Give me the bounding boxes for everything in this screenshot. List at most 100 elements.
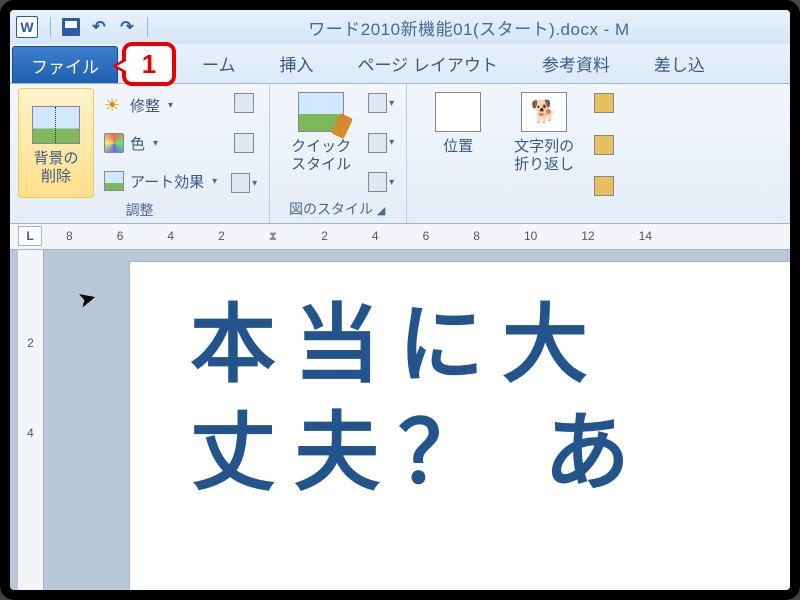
styles-column: ▾ ▾ ▾	[364, 88, 398, 197]
ruler-marker-icon[interactable]: ⧗	[269, 229, 277, 244]
reset-picture-icon	[231, 173, 250, 193]
position-label: 位置	[443, 138, 473, 156]
qat-separator	[50, 17, 51, 37]
tab-selector[interactable]: L	[18, 226, 42, 246]
artistic-effects-label: アート効果	[130, 171, 204, 192]
tab-mailings[interactable]: 差し込	[632, 44, 727, 83]
ruler-tick: 2	[218, 229, 225, 244]
ruler-tick: 2	[27, 336, 34, 350]
wrap-text-icon: 🐕	[521, 92, 567, 132]
redo-icon: ↷	[120, 17, 133, 37]
ruler-tick: 6	[423, 229, 430, 244]
color-button[interactable]: 色▾	[98, 128, 223, 158]
chevron-down-icon: ▾	[389, 137, 394, 148]
group-label-arrange	[415, 201, 621, 221]
brightness-icon: ☀	[104, 95, 124, 115]
remove-background-label: 背景の 削除	[33, 150, 78, 186]
tab-references[interactable]: 参考資料	[520, 44, 632, 83]
group-label-adjust: 調整	[18, 198, 261, 222]
dialog-launcher-icon[interactable]: ◢	[377, 205, 387, 217]
quick-styles-button[interactable]: クイック スタイル	[278, 88, 364, 197]
word-app-icon: W	[16, 16, 38, 38]
tab-insert[interactable]: 挿入	[258, 44, 336, 83]
adjust-column-1: ☀ 修整▾ 色▾ アート効果▾	[94, 88, 227, 198]
send-backward-button[interactable]	[591, 132, 617, 158]
group-picture-styles: クイック スタイル ▾ ▾ ▾ 図のスタイル ◢	[270, 84, 407, 223]
ruler-tick: 4	[27, 426, 34, 440]
tab-home-partial[interactable]: ーム	[180, 44, 258, 83]
callout-tail-icon	[112, 58, 126, 74]
ruler-tick: 10	[524, 229, 537, 244]
undo-icon: ↶	[92, 17, 105, 37]
reset-picture-button[interactable]: ▾	[231, 170, 257, 196]
ruler-tick: 2	[321, 229, 328, 244]
picture-effects-icon	[368, 133, 387, 153]
position-button[interactable]: 位置	[415, 88, 501, 201]
selection-pane-button[interactable]	[591, 173, 617, 199]
corrections-button[interactable]: ☀ 修整 ▾	[98, 90, 223, 120]
remove-background-icon	[32, 106, 80, 144]
group-adjust: 背景の 削除 ☀ 修整▾ 色▾ アート効果▾	[10, 84, 270, 223]
ruler-h-ticks: 8 6 4 2 ⧗ 2 4 6 8 10 12 14	[56, 229, 790, 244]
bring-forward-icon	[594, 93, 614, 113]
chevron-down-icon: ▾	[389, 98, 394, 109]
ruler-tick: 12	[581, 229, 594, 244]
save-icon	[62, 18, 80, 36]
redo-button[interactable]: ↷	[115, 15, 139, 39]
remove-background-button[interactable]: 背景の 削除	[18, 88, 94, 198]
window-title: ワード2010新機能01(スタート).docx - M	[154, 15, 784, 40]
qat-separator	[147, 17, 148, 37]
ruler-tick: 6	[117, 229, 124, 244]
tab-file[interactable]: ファイル	[12, 46, 118, 83]
change-picture-icon	[234, 133, 254, 153]
selection-pane-icon	[594, 176, 614, 196]
ruler-tick: 4	[372, 229, 379, 244]
ruler-tick: 8	[473, 229, 480, 244]
tab-page-layout[interactable]: ページ レイアウト	[336, 44, 520, 83]
color-icon	[104, 133, 124, 153]
group-arrange: 位置 🐕 文字列の 折り返し	[407, 84, 629, 223]
picture-border-icon	[368, 93, 387, 113]
wrap-text-label: 文字列の 折り返し	[514, 138, 574, 174]
group-label-picture-styles: 図のスタイル ◢	[278, 197, 398, 221]
picture-layout-icon	[368, 172, 387, 192]
ruler-tick: 4	[167, 229, 174, 244]
chevron-down-icon: ▾	[389, 177, 394, 188]
corrections-label: 修整	[130, 95, 160, 116]
change-picture-button[interactable]	[231, 130, 257, 156]
ruler-tick: 8	[66, 229, 73, 244]
callout-badge: 1	[122, 42, 176, 86]
ruler-vertical[interactable]: 2 4	[18, 250, 44, 590]
ribbon: 背景の 削除 ☀ 修整▾ 色▾ アート効果▾	[10, 84, 790, 224]
title-bar: W ↶ ↷ ワード2010新機能01(スタート).docx - M	[10, 10, 790, 44]
chevron-down-icon: ▾	[212, 176, 217, 187]
callout-number: 1	[142, 49, 156, 80]
picture-effects-button[interactable]: ▾	[368, 130, 394, 156]
compress-pictures-button[interactable]	[231, 90, 257, 116]
quick-styles-label: クイック スタイル	[291, 138, 351, 174]
picture-layout-button[interactable]: ▾	[368, 169, 394, 195]
document-workspace: L 8 6 4 2 ⧗ 2 4 6 8 10 12 14	[10, 224, 790, 590]
document-text-line[interactable]: 本当に大	[190, 292, 790, 400]
save-button[interactable]	[59, 15, 83, 39]
ruler-horizontal[interactable]: L 8 6 4 2 ⧗ 2 4 6 8 10 12 14	[10, 224, 790, 250]
quick-styles-icon	[298, 92, 344, 132]
wrap-text-button[interactable]: 🐕 文字列の 折り返し	[501, 88, 587, 201]
artistic-effects-button[interactable]: アート効果 ▾	[98, 166, 223, 196]
picture-border-button[interactable]: ▾	[368, 90, 394, 116]
adjust-column-2: ▾	[227, 88, 261, 198]
compress-icon	[234, 93, 254, 113]
undo-button[interactable]: ↶	[87, 15, 111, 39]
position-icon	[435, 92, 481, 132]
artistic-effects-icon	[104, 171, 124, 191]
arrange-column	[587, 88, 621, 201]
document-text-line[interactable]: 丈夫？ あ	[190, 400, 790, 508]
chevron-down-icon: ▾	[168, 100, 173, 111]
chevron-down-icon: ▾	[153, 138, 158, 149]
ruler-tick: 14	[639, 229, 652, 244]
ribbon-tabs: ファイル 1 ーム 挿入 ページ レイアウト 参考資料 差し込	[10, 44, 790, 84]
send-backward-icon	[594, 135, 614, 155]
document-page[interactable]: 本当に大 丈夫？ あ	[130, 262, 790, 590]
color-label: 色	[130, 133, 145, 154]
bring-forward-button[interactable]	[591, 90, 617, 116]
